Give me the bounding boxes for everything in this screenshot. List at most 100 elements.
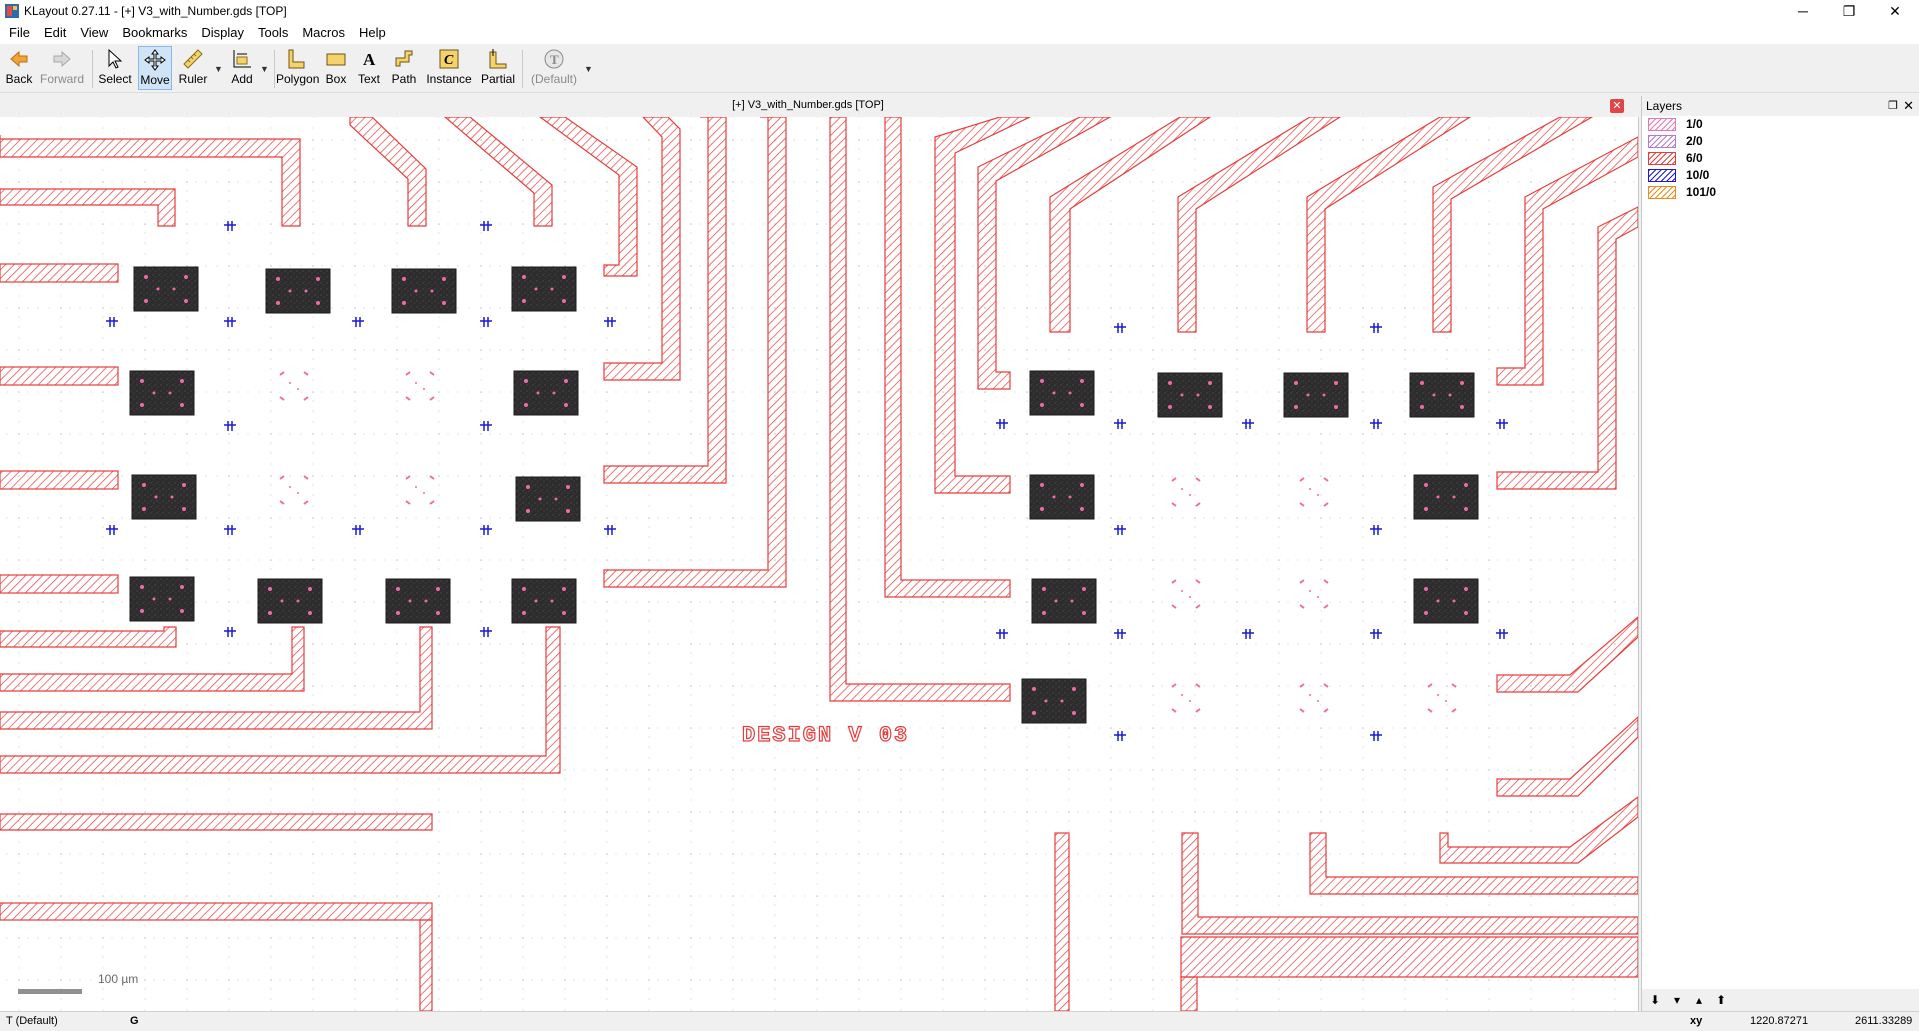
die-chip [511,578,577,624]
menu-bar: File Edit View Bookmarks Display Tools Macros H… [0,22,1919,44]
layer-row[interactable]: 2/0 [1642,133,1919,150]
layers-panel: Layers ❐ ✕ 1/0 2/0 6/0 10/0 101/0 ⬇ ▾ ▴ … [1641,96,1919,1011]
move-down-icon[interactable]: ▾ [1668,992,1686,1008]
scale-label: 100 µm [98,972,138,986]
layout-tab-title[interactable]: [+] V3_with_Number.gds [TOP] [0,99,1616,111]
move-to-bottom-icon[interactable]: ⬇ [1646,992,1664,1008]
text-tool-button[interactable]: A Text [354,46,384,90]
layer-swatch[interactable] [1648,169,1676,182]
default-dropdown-icon[interactable]: ▼ [584,64,593,74]
layer-name: 101/0 [1686,185,1717,199]
die-chip [1029,474,1095,520]
text-letter-icon: A [363,50,376,69]
die-chip [391,268,457,314]
y-coordinate: 2611.33289 [1855,1015,1913,1027]
mode-status: T (Default) [6,1015,58,1027]
move-up-icon[interactable]: ▴ [1690,992,1708,1008]
layer-swatch[interactable] [1648,152,1676,165]
back-button[interactable]: Back [4,46,34,90]
ruler-label: Ruler [178,72,208,86]
trace [1054,832,1070,1011]
path-tool-button[interactable]: Path [388,46,420,90]
svg-text:C: C [444,53,454,68]
add-tool-button[interactable]: Add [226,46,258,90]
path-icon [395,50,413,67]
ruler-dropdown-icon[interactable]: ▼ [214,64,223,74]
close-layout-button[interactable]: ✕ [1610,99,1624,113]
x-coordinate: 1220.87271 [1750,1015,1809,1027]
select-tool-button[interactable]: Select [98,46,132,90]
menu-help[interactable]: Help [352,22,393,44]
back-arrow-icon [10,50,28,68]
add-dropdown-icon[interactable]: ▼ [260,64,269,74]
select-label: Select [98,72,132,86]
add-marker-icon [233,50,251,68]
partial-tool-button[interactable]: Partial [478,46,518,90]
layer-name: 2/0 [1686,134,1703,148]
scale-bar [18,989,82,994]
close-panel-icon[interactable]: ✕ [1903,96,1914,116]
layer-name: 1/0 [1686,117,1703,131]
trace [1180,936,1638,978]
window-title: KLayout 0.27.11 - [+] V3_with_Number.gds… [24,4,287,18]
default-label: (Default) [530,72,577,86]
layer-row[interactable]: 1/0 [1642,116,1919,133]
menu-display[interactable]: Display [194,22,251,44]
die-chip [511,266,577,312]
menu-tools[interactable]: Tools [251,22,295,44]
design-label: DESIGN V 03 [742,723,909,748]
die-chip [385,578,451,624]
die-chip [129,576,195,622]
layer-row[interactable]: 101/0 [1642,184,1919,201]
layer-swatch[interactable] [1648,135,1676,148]
layer-row[interactable]: 6/0 [1642,150,1919,167]
layer-name: 6/0 [1686,151,1703,165]
add-label: Add [231,72,253,86]
die-chip [1283,372,1349,418]
instance-icon: C [439,49,459,69]
box-tool-button[interactable]: Box [320,46,352,90]
forward-arrow-icon [53,50,71,68]
ruler-icon [183,49,203,69]
float-panel-icon[interactable]: ❐ [1888,96,1898,116]
layer-list: 1/0 2/0 6/0 10/0 101/0 [1642,116,1919,201]
ruler-tool-button[interactable]: Ruler [176,46,210,90]
forward-label: Forward [40,72,85,86]
text-label: Text [357,72,380,86]
move-tool-button[interactable]: Move [138,46,172,90]
title-bar: KLayout 0.27.11 - [+] V3_with_Number.gds… [0,0,1919,22]
layer-row[interactable]: 10/0 [1642,167,1919,184]
polygon-tool-button[interactable]: Polygon [276,46,319,90]
toolbar: Back Forward Select Move Ruler ▼ Add ▼ P… [0,44,1919,93]
svg-text:A: A [363,50,376,69]
close-window-button[interactable]: ✕ [1872,0,1918,22]
minimize-button[interactable]: ─ [1780,0,1826,22]
die-chip [1029,370,1095,416]
default-macro-button[interactable]: T (Default) [528,46,580,90]
grid-status: G [130,1015,139,1027]
die-chip [133,266,199,312]
instance-tool-button[interactable]: C Instance [424,46,474,90]
die-chip [1021,678,1087,724]
layout-canvas[interactable]: DESIGN V 03 100 µm [0,117,1639,1011]
menu-bookmarks[interactable]: Bookmarks [115,22,194,44]
move-to-top-icon[interactable]: ⬆ [1712,992,1730,1008]
die-chip [1413,474,1479,520]
menu-edit[interactable]: Edit [37,22,73,44]
klayout-logo-icon [5,4,19,18]
die-chip [265,268,331,314]
die-chip [129,370,195,416]
partial-edit-icon [489,49,507,69]
menu-macros[interactable]: Macros [295,22,352,44]
menu-file[interactable]: File [0,22,37,44]
layer-swatch[interactable] [1648,186,1676,199]
layer-swatch[interactable] [1648,118,1676,131]
layout-drawing[interactable]: DESIGN V 03 100 µm [0,117,1638,1011]
cursor-arrow-icon [108,48,123,69]
maximize-button[interactable]: ❐ [1826,0,1872,22]
coord-label: xy [1690,1015,1703,1027]
trace [0,470,119,490]
forward-button[interactable]: Forward [40,46,84,90]
menu-view[interactable]: View [73,22,115,44]
status-bar: T (Default) G xy 1220.87271 2611.33289 [0,1011,1919,1031]
